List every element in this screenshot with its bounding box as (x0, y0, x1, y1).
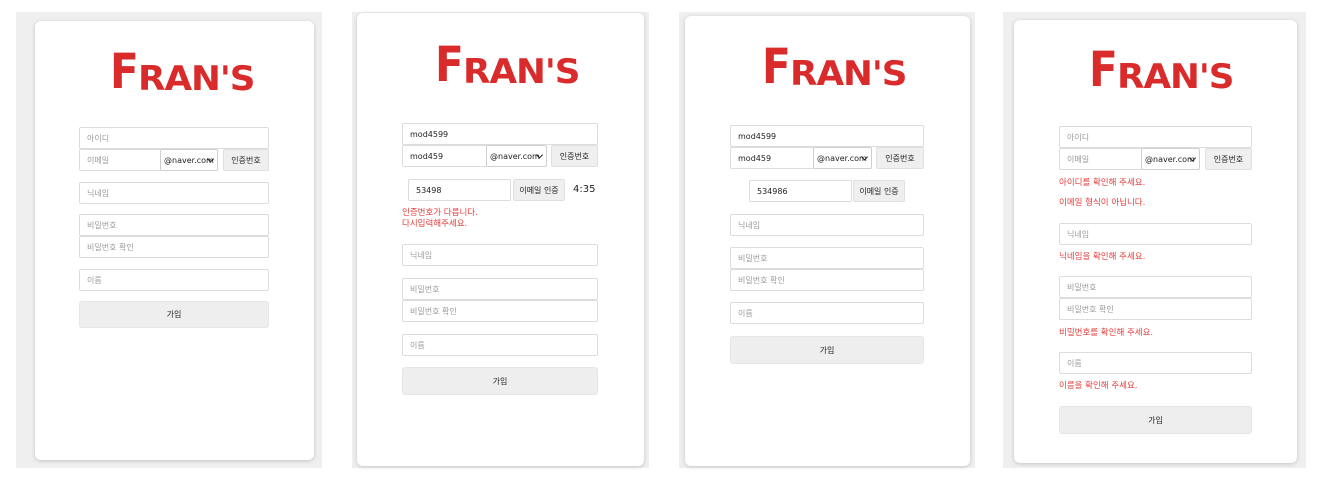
id-input[interactable]: 아이디 (1059, 126, 1252, 148)
name-input[interactable]: 이름 (1059, 352, 1252, 374)
verify-code-button[interactable]: 인증번호 (223, 149, 269, 171)
password-confirm-input[interactable]: 비밀번호 확인 (730, 269, 924, 291)
frans-logo: F RAN'S (762, 39, 907, 95)
email-domain-select[interactable]: @naver.com (160, 149, 218, 171)
email-error-message: 이메일 형식이 아닙니다. (1059, 198, 1146, 208)
verify-code-button[interactable]: 인증번호 (876, 147, 924, 169)
frans-logo: F RAN'S (1089, 42, 1234, 98)
email-input[interactable]: mod459 (730, 147, 814, 169)
verify-code-button[interactable]: 인증번호 (1205, 148, 1252, 170)
join-button[interactable]: 가입 (730, 336, 924, 364)
signup-card-1: F RAN'S 아이디 이메일 @naver.com 인증번호 닉네임 비밀번호 … (35, 21, 314, 460)
signup-card-3: F RAN'S mod4599 mod459 @naver.com 인증번호 53… (685, 16, 970, 466)
verification-code-input[interactable]: 534986 (749, 180, 852, 202)
join-button[interactable]: 가입 (79, 301, 269, 328)
password-input[interactable]: 비밀번호 (730, 247, 924, 269)
email-verify-button[interactable]: 이메일 인증 (853, 180, 905, 202)
signup-card-4: F RAN'S 아이디 이메일 @naver.com 인증번호 아이디를 확인해 … (1014, 20, 1297, 463)
verification-error-line-1: 인증번호가 다릅니다. (402, 208, 478, 218)
email-domain-select[interactable]: @naver.com (1141, 148, 1200, 170)
password-confirm-input[interactable]: 비밀번호 확인 (79, 236, 269, 258)
email-input[interactable]: mod459 (402, 145, 487, 167)
join-button[interactable]: 가입 (402, 367, 598, 395)
nickname-input[interactable]: 닉네임 (1059, 223, 1252, 245)
id-error-message: 아이디를 확인해 주세요. (1059, 178, 1146, 188)
password-confirm-input[interactable]: 비밀번호 확인 (1059, 298, 1252, 320)
nickname-error-message: 닉네임을 확인해 주세요. (1059, 252, 1146, 262)
nickname-input[interactable]: 닉네임 (79, 182, 269, 204)
email-input[interactable]: 이메일 (1059, 148, 1142, 170)
password-confirm-input[interactable]: 비밀번호 확인 (402, 300, 598, 322)
nickname-input[interactable]: 닉네임 (402, 244, 598, 266)
id-input[interactable]: 아이디 (79, 127, 269, 149)
name-input[interactable]: 이름 (730, 302, 924, 324)
password-input[interactable]: 비밀번호 (1059, 276, 1252, 298)
verification-timer: 4:35 (573, 184, 596, 195)
name-input[interactable]: 이름 (79, 269, 269, 291)
frans-logo: F RAN'S (435, 37, 580, 93)
verification-code-input[interactable]: 53498 (408, 179, 511, 201)
signup-card-2: F RAN'S mod4599 mod459 @naver.com 인증번호 53… (357, 13, 644, 466)
password-error-message: 비밀번호를 확인해 주세요. (1059, 328, 1154, 338)
verification-error-line-2: 다시입력해주세요. (402, 219, 468, 229)
nickname-input[interactable]: 닉네임 (730, 214, 924, 236)
email-domain-select[interactable]: @naver.com (813, 147, 872, 169)
frans-logo: F RAN'S (110, 44, 255, 100)
email-input[interactable]: 이메일 (79, 149, 161, 171)
email-verify-button[interactable]: 이메일 인증 (513, 179, 565, 201)
id-input[interactable]: mod4599 (402, 123, 598, 145)
verify-code-button[interactable]: 인증번호 (551, 145, 598, 167)
id-input[interactable]: mod4599 (730, 125, 924, 147)
name-input[interactable]: 이름 (402, 334, 598, 356)
join-button[interactable]: 가입 (1059, 406, 1252, 434)
password-input[interactable]: 비밀번호 (79, 214, 269, 236)
email-domain-select[interactable]: @naver.com (486, 145, 547, 167)
password-input[interactable]: 비밀번호 (402, 278, 598, 300)
name-error-message: 이름을 확인해 주세요. (1059, 381, 1138, 391)
